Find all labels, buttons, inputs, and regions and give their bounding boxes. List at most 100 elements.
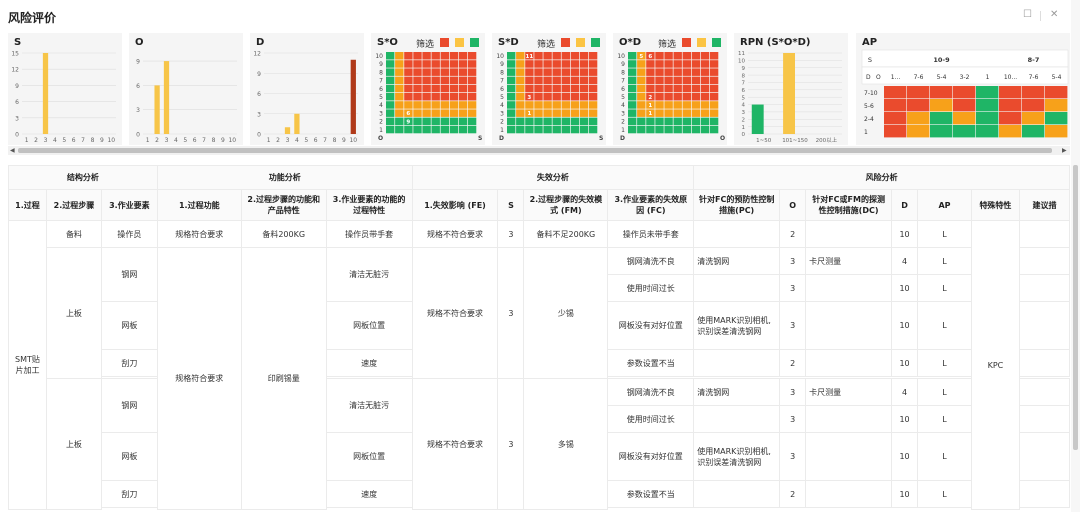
heatmap-cell xyxy=(588,76,598,85)
y-tick-label: 2 xyxy=(742,117,746,123)
cell-fc: 参数设置不当 xyxy=(607,480,695,508)
scroll-right-icon[interactable]: ▶ xyxy=(1062,146,1067,155)
cell-fc: 网板没有对好位置 xyxy=(607,432,695,481)
table-row[interactable]: 上板 钢网 规格符合要求 印刷锡量 清洁无脏污 规格不符合要求 3 少锡 钢网清… xyxy=(9,247,1070,510)
x-tick-label: 1 xyxy=(146,137,150,144)
heatmap-cell xyxy=(440,101,449,109)
heatmap-cell xyxy=(413,125,422,134)
group-header-function: 功能分析 xyxy=(156,165,413,190)
heatmap-cell xyxy=(467,101,477,109)
heatmap-cell xyxy=(570,52,580,60)
x-tick-label: 101~150 xyxy=(782,138,808,144)
heatmap-cell xyxy=(570,125,580,134)
heatmap-cell xyxy=(664,125,673,134)
x-tick-label: 6 xyxy=(314,137,318,144)
heatmap-cell xyxy=(467,109,477,117)
cell-fc: 操作员未带手套 xyxy=(607,220,695,248)
horizontal-scroll-thumb[interactable] xyxy=(18,148,1052,153)
heatmap-cell xyxy=(395,84,404,93)
cell-action xyxy=(1018,378,1070,406)
heatmap-cell xyxy=(691,52,701,60)
scroll-left-icon[interactable]: ◀ xyxy=(10,146,15,155)
ap-cell xyxy=(1022,86,1045,99)
heatmap-cell xyxy=(449,93,459,101)
maximize-icon[interactable]: ☐ xyxy=(1023,9,1032,20)
chart-rpn: 01 234 567 8910 11 1~50 101~150 200以上 xyxy=(738,51,842,144)
heatmap-cell xyxy=(395,60,404,68)
heatmap-cell xyxy=(579,109,589,117)
y-tick-label: 2 xyxy=(500,119,504,126)
heatmap-cell xyxy=(588,93,598,101)
cell-d: 10 xyxy=(891,349,919,377)
heatmap-cell xyxy=(458,76,468,85)
cell-o: 3 xyxy=(779,247,807,275)
x-tick-label: 3 xyxy=(165,137,169,144)
heatmap-cell xyxy=(628,68,637,76)
heatmap-cell xyxy=(422,101,431,109)
vertical-scroll-thumb[interactable] xyxy=(1073,165,1078,450)
heatmap-cell xyxy=(534,117,543,126)
cell-s: 3 xyxy=(497,220,525,248)
heatmap-cell xyxy=(507,93,516,101)
y-tick-label: 1 xyxy=(500,127,504,134)
x-tick-label: 200以上 xyxy=(816,136,838,144)
heatmap-cell xyxy=(664,60,673,68)
heatmap-cell xyxy=(673,52,682,60)
heatmap-cell xyxy=(552,93,561,101)
heatmap-cell xyxy=(561,125,570,134)
heatmap-cell xyxy=(543,84,552,93)
chart-d-panel: D 0 3 6 9 12 1 2 3 4 5 6 7 8 9 10 xyxy=(250,33,364,145)
heatmap-cell xyxy=(646,125,655,134)
bar xyxy=(284,127,291,134)
heatmap-cell xyxy=(673,125,682,134)
cell-o: 3 xyxy=(779,301,807,350)
x-tick-label: 7 xyxy=(202,137,206,144)
bar xyxy=(154,85,160,134)
y-tick-label: 9 xyxy=(621,61,625,68)
heatmap-cell xyxy=(646,117,655,126)
heatmap-cell xyxy=(525,101,534,109)
heatmap-cell xyxy=(516,117,525,126)
chart-panels: S 0 3 6 9 12 15 1 2 3 4 5 6 7 8 9 10 O 0 3 6 9 1 2 3 4 5 6 7 8 9 10 … xyxy=(8,33,1070,145)
column-header: S xyxy=(497,189,525,221)
heatmap-cell xyxy=(507,125,516,134)
heatmap-cell xyxy=(588,125,598,134)
ap-cell xyxy=(953,125,976,138)
y-tick-label: 15 xyxy=(11,51,19,58)
y-tick-label: 6 xyxy=(621,86,625,93)
cell-d: 10 xyxy=(891,274,919,302)
heatmap-cell xyxy=(637,76,646,85)
y-tick-label: 9 xyxy=(136,59,140,66)
heatmap-cell xyxy=(458,68,468,76)
heatmap-cell xyxy=(431,125,440,134)
heatmap-cell xyxy=(543,60,552,68)
heatmap-cell xyxy=(507,52,516,60)
chart-s: 036912151 2 3 4 5 6 7 8 9 10 xyxy=(11,51,116,144)
close-icon[interactable]: ✕ xyxy=(1050,9,1058,20)
bar xyxy=(751,104,764,134)
heatmap-cell xyxy=(691,68,701,76)
cell-element-char: 网板位置 xyxy=(325,432,413,481)
heatmap-cell xyxy=(507,101,516,109)
y-tick-label: 6 xyxy=(379,86,383,93)
cell-ap: L xyxy=(917,247,972,275)
cell-d: 10 xyxy=(891,405,919,433)
vertical-scrollbar[interactable] xyxy=(1071,0,1080,512)
cell-o: 2 xyxy=(779,349,807,377)
axis-label: O xyxy=(720,135,725,142)
cell-action xyxy=(1018,274,1070,302)
heatmap-cell xyxy=(404,76,413,85)
horizontal-scrollbar[interactable]: ◀ ▶ xyxy=(8,146,1070,155)
x-tick-label: 9 xyxy=(342,137,346,144)
heatmap-cell xyxy=(579,52,589,60)
heatmap-cell xyxy=(579,68,589,76)
table-row[interactable]: SMT贴片加工 备料 操作员 规格符合要求 备料200KG 操作员带手套 规格不… xyxy=(8,220,1070,510)
heatmap-cell xyxy=(691,76,701,85)
heatmap-cell xyxy=(682,125,691,134)
heatmap-cell xyxy=(588,68,598,76)
cell-element: 网板 xyxy=(100,301,158,350)
cell-count-label: 1 xyxy=(527,111,531,117)
heatmap-cell xyxy=(682,68,691,76)
heatmap-cell xyxy=(507,84,516,93)
heatmap-cell xyxy=(691,84,701,93)
